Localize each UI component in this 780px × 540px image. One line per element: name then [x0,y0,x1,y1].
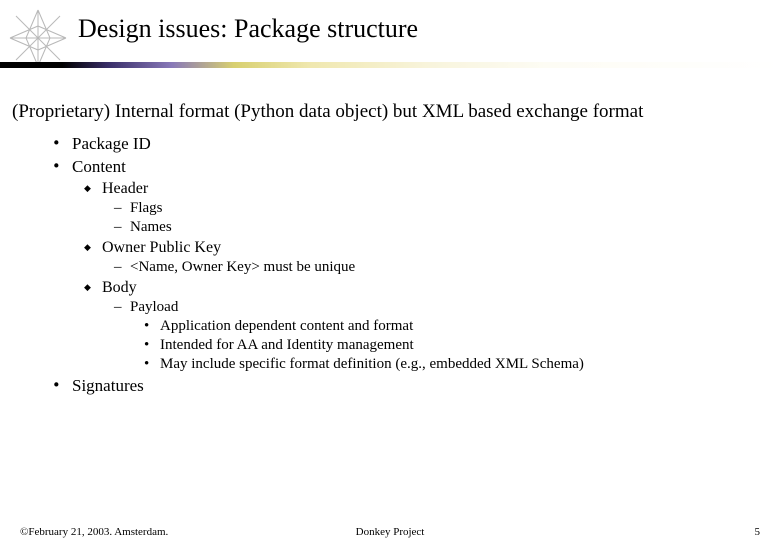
bullet-text: Flags [130,200,163,216]
slide: Design issues: Package structure (Propri… [0,0,780,540]
list-item: Names [114,219,768,236]
bullet-text: Application dependent content and format [160,318,413,334]
bullet-text: Header [102,180,148,197]
bullet-text: Names [130,219,172,235]
list-item: Body Payload Application dependent conte… [84,279,768,373]
bullet-text: Content [72,157,126,176]
list-item: Signatures [52,376,768,396]
bullet-text: Package ID [72,134,151,153]
list-item: Intended for AA and Identity management [144,337,768,354]
title-rule [0,62,780,68]
list-item: <Name, Owner Key> must be unique [114,259,768,276]
bullet-text: May include specific format definition (… [160,356,584,372]
list-item: Content Header Flags Names Owner Public … [52,157,768,373]
bullet-text: Intended for AA and Identity management [160,337,414,353]
slide-body: (Proprietary) Internal format (Python da… [12,100,768,399]
list-item: Payload Application dependent content an… [114,299,768,373]
bullet-list: Package ID Content Header Flags Names Ow… [52,134,768,396]
footer-page-number: 5 [755,526,761,538]
footer-project: Donkey Project [0,526,780,538]
list-item: Application dependent content and format [144,318,768,335]
list-item: Owner Public Key <Name, Owner Key> must … [84,239,768,276]
list-item: May include specific format definition (… [144,356,768,373]
list-item: Package ID [52,134,768,154]
slide-title: Design issues: Package structure [78,14,418,44]
bullet-text: <Name, Owner Key> must be unique [130,259,355,275]
bullet-text: Owner Public Key [102,239,221,256]
starburst-icon [8,8,68,68]
list-item: Header Flags Names [84,180,768,236]
bullet-text: Payload [130,299,178,315]
bullet-text: Body [102,279,137,296]
subtitle-text: (Proprietary) Internal format (Python da… [12,100,768,124]
subtitle: (Proprietary) Internal format (Python da… [12,100,768,124]
list-item: Flags [114,200,768,217]
bullet-text: Signatures [72,376,144,395]
